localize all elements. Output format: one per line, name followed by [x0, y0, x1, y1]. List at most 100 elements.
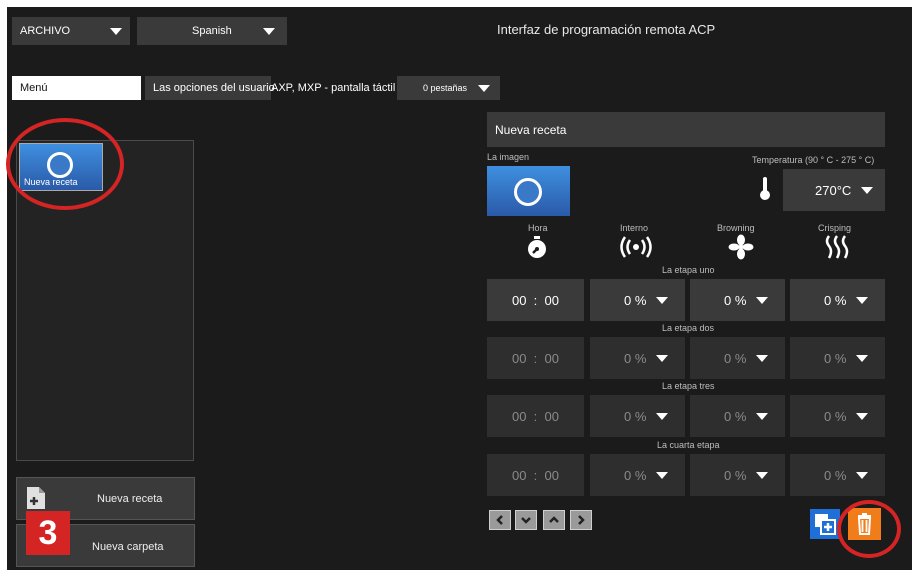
stage-1-label: La etapa uno — [662, 265, 715, 275]
chevron-down-icon — [756, 296, 769, 304]
chevron-down-icon — [861, 186, 874, 194]
stage-3-interno-dropdown[interactable]: 0 % — [590, 395, 685, 437]
stage-4-interno-dropdown[interactable]: 0 % — [590, 454, 685, 496]
tab-device-label: AXP, MXP - pantalla táctil — [271, 82, 396, 94]
stage-2-crisping-dropdown[interactable]: 0 % — [790, 337, 885, 379]
stage-1-interno: 0 % — [624, 292, 647, 308]
new-folder-label: Nueva carpeta — [92, 541, 164, 553]
chevron-down-icon — [756, 354, 769, 362]
stage-2-interno: 0 % — [624, 350, 647, 366]
copy-recipe-button[interactable] — [810, 509, 840, 539]
stage-2-time: 00 : 00 — [512, 350, 559, 366]
chevron-up-icon — [549, 516, 559, 523]
stage-4-interno: 0 % — [624, 467, 647, 483]
app-screen: ARCHIVO Spanish Interfaz de programación… — [0, 0, 920, 577]
stage-2-browning: 0 % — [724, 350, 747, 366]
stage-3-browning-dropdown[interactable]: 0 % — [690, 395, 785, 437]
recipe-name-field[interactable]: Nueva receta — [487, 112, 885, 147]
new-recipe-label: Nueva receta — [97, 493, 163, 505]
stage-1-crisping: 0 % — [824, 292, 847, 308]
move-up-button[interactable] — [543, 510, 565, 530]
page-title: Interfaz de programación remota ACP — [497, 22, 716, 37]
file-menu-dropdown[interactable]: ARCHIVO — [12, 17, 130, 45]
tab-device[interactable]: AXP, MXP - pantalla táctil — [271, 76, 399, 100]
move-down-button[interactable] — [515, 510, 537, 530]
chevron-down-icon — [263, 28, 275, 35]
column-header-interno: Interno — [620, 223, 649, 233]
stage-4-label: La cuarta etapa — [657, 440, 720, 450]
chevron-down-icon — [521, 517, 531, 524]
chevron-down-icon — [856, 354, 869, 362]
stage-1-time: 00 : 00 — [512, 292, 559, 308]
stage-4-crisping-dropdown[interactable]: 0 % — [790, 454, 885, 496]
chevron-down-icon — [656, 471, 669, 479]
signal-icon — [620, 236, 652, 258]
stage-2-browning-dropdown[interactable]: 0 % — [690, 337, 785, 379]
stage-3-interno: 0 % — [624, 408, 647, 424]
chevron-left-icon — [496, 515, 503, 525]
highlight-circle-delete — [837, 500, 901, 558]
recipe-image-picker[interactable] — [487, 166, 570, 216]
chevron-down-icon — [856, 412, 869, 420]
stage-4-browning-dropdown[interactable]: 0 % — [690, 454, 785, 496]
chevron-down-icon — [756, 412, 769, 420]
stage-2-interno-dropdown[interactable]: 0 % — [590, 337, 685, 379]
move-right-button[interactable] — [570, 510, 592, 530]
chevron-right-icon — [578, 515, 585, 525]
stage-4-time-input[interactable]: 00 : 00 — [487, 454, 584, 496]
chevron-down-icon — [656, 354, 669, 362]
stage-3-label: La etapa tres — [662, 381, 715, 391]
stage-3-crisping: 0 % — [824, 408, 847, 424]
file-menu-label: ARCHIVO — [20, 25, 71, 37]
fan-icon — [728, 234, 754, 260]
stage-1-crisping-dropdown[interactable]: 0 % — [790, 279, 885, 321]
language-dropdown[interactable]: Spanish — [137, 17, 287, 45]
stage-1-browning: 0 % — [724, 292, 747, 308]
stage-1-time-input[interactable]: 00 : 00 — [487, 279, 584, 321]
chevron-down-icon — [478, 85, 490, 92]
app-window: ARCHIVO Spanish Interfaz de programación… — [6, 7, 912, 570]
step-badge: 3 — [26, 511, 70, 555]
tab-menu[interactable]: Menú — [12, 76, 141, 100]
highlight-circle-recipe — [6, 118, 124, 210]
add-document-icon — [27, 487, 45, 509]
chevron-down-icon — [756, 471, 769, 479]
stage-4-time: 00 : 00 — [512, 467, 559, 483]
chevron-down-icon — [110, 28, 122, 35]
stage-3-time-input[interactable]: 00 : 00 — [487, 395, 584, 437]
tray-count-label: 0 pestañas — [423, 83, 468, 93]
thermometer-icon — [760, 177, 770, 200]
temperature-value: 270°C — [815, 182, 852, 198]
column-header-browning: Browning — [717, 223, 755, 233]
stage-3-time: 00 : 00 — [512, 408, 559, 424]
timer-icon — [528, 236, 546, 258]
temperature-label: Temperatura (90 ° C - 275 ° C) — [752, 155, 875, 165]
language-label: Spanish — [192, 25, 232, 37]
move-left-button[interactable] — [489, 510, 511, 530]
stage-2-label: La etapa dos — [662, 323, 715, 333]
recipe-image-icon — [514, 178, 542, 206]
stage-3-crisping-dropdown[interactable]: 0 % — [790, 395, 885, 437]
chevron-down-icon — [656, 296, 669, 304]
stage-4-browning: 0 % — [724, 467, 747, 483]
column-header-hora: Hora — [528, 223, 548, 233]
tab-menu-label: Menú — [20, 82, 48, 94]
tab-user-options[interactable]: Las opciones del usuario — [145, 76, 275, 100]
heat-icon — [825, 235, 849, 259]
temperature-dropdown[interactable]: 270°C — [783, 169, 885, 211]
tray-count-dropdown[interactable]: 0 pestañas — [397, 76, 500, 100]
stage-2-crisping: 0 % — [824, 350, 847, 366]
add-copy-icon — [815, 514, 836, 535]
chevron-down-icon — [856, 471, 869, 479]
stage-4-crisping: 0 % — [824, 467, 847, 483]
chevron-down-icon — [856, 296, 869, 304]
step-badge-number: 3 — [38, 513, 58, 552]
column-header-crisping: Crisping — [818, 223, 852, 233]
stage-2-time-input[interactable]: 00 : 00 — [487, 337, 584, 379]
recipe-name-text: Nueva receta — [495, 122, 567, 137]
chevron-down-icon — [656, 412, 669, 420]
tab-user-options-label: Las opciones del usuario — [153, 82, 275, 94]
image-label: La imagen — [487, 152, 530, 162]
stage-1-browning-dropdown[interactable]: 0 % — [690, 279, 785, 321]
stage-1-interno-dropdown[interactable]: 0 % — [590, 279, 685, 321]
